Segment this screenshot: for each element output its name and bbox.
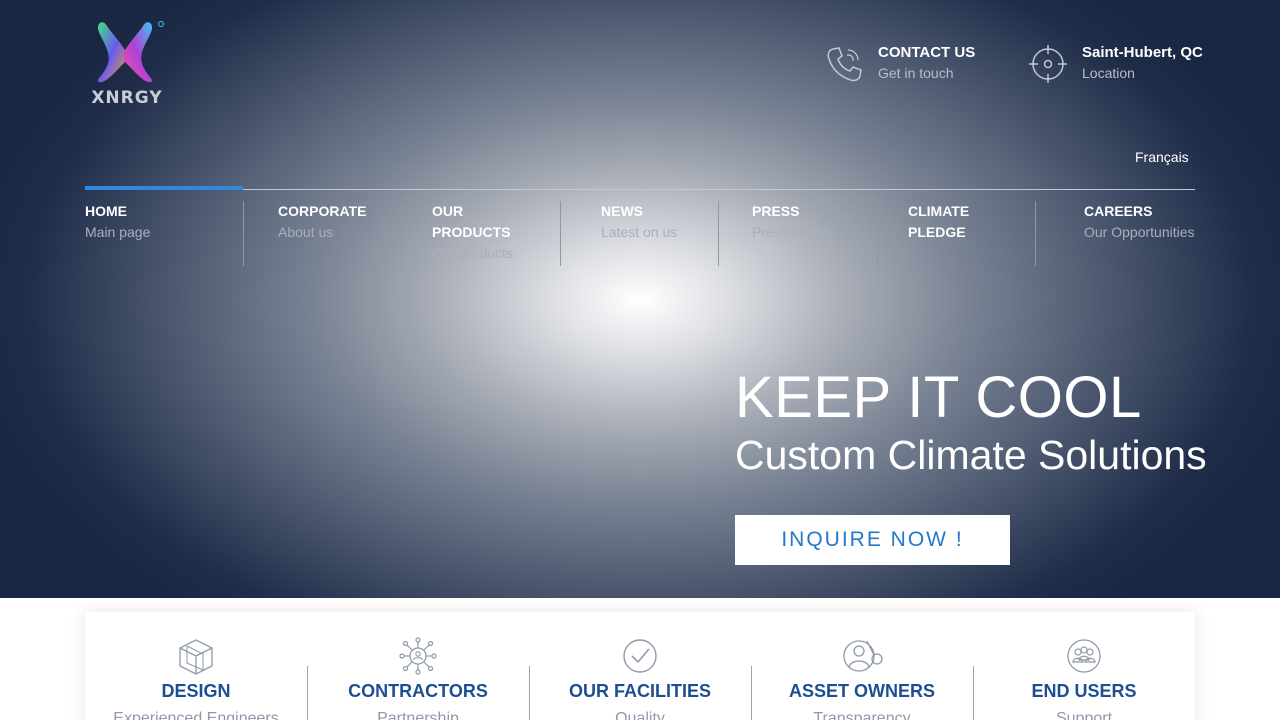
nav-item-title: CAREERS bbox=[1084, 203, 1153, 219]
card-subtitle: Support bbox=[1055, 710, 1113, 720]
nav-item-subtitle: Latest on us bbox=[601, 224, 678, 240]
card-contractors[interactable]: CONTRACTORS Partnership bbox=[307, 612, 529, 720]
nav-item-news[interactable]: NEWS Latest on us bbox=[601, 201, 711, 243]
logo-mark-icon bbox=[97, 21, 164, 83]
nav-item-title: CLIMATE PLEDGE bbox=[908, 203, 970, 240]
card-subtitle: Partnership bbox=[377, 710, 459, 720]
card-subtitle: Experienced Engineers bbox=[113, 710, 279, 720]
nav-item-title: CORPORATE bbox=[278, 203, 367, 219]
nav-item-corporate[interactable]: CORPORATE About us bbox=[278, 201, 393, 243]
nav-item-title: HOME bbox=[85, 203, 127, 219]
location-link[interactable]: Saint-Hubert, QC Location bbox=[1028, 42, 1203, 84]
contact-title: CONTACT US bbox=[878, 44, 976, 61]
nav-item-title: PRESS bbox=[752, 203, 800, 219]
nav-item-title: NEWS bbox=[601, 203, 643, 219]
nav-divider bbox=[85, 189, 1195, 190]
user-search-icon bbox=[842, 636, 883, 676]
nav-item-press[interactable]: PRESS Press releases bbox=[752, 201, 832, 243]
hero-subtitle: Custom Climate Solutions bbox=[735, 432, 1207, 478]
hero-section: XNRGY CONTACT US Get in touch Saint-Hube… bbox=[0, 0, 1280, 598]
card-our-facilities[interactable]: OUR FACILITIES Quality bbox=[529, 612, 751, 720]
nav-item-title: OUR PRODUCTS bbox=[432, 203, 511, 240]
card-title: CONTRACTORS bbox=[348, 681, 488, 701]
nav-item-subtitle: Main page bbox=[85, 224, 151, 240]
card-title: END USERS bbox=[1031, 681, 1137, 701]
nav-separator bbox=[560, 201, 561, 266]
nav-item-careers[interactable]: CAREERS Our Opportunities bbox=[1084, 201, 1195, 243]
location-title: Saint-Hubert, QC bbox=[1082, 44, 1203, 61]
nav-separator bbox=[401, 201, 402, 266]
nav-item-subtitle: Press releases bbox=[752, 224, 832, 240]
card-subtitle: Transparency bbox=[813, 710, 911, 720]
card-end-users[interactable]: END USERS Support bbox=[973, 612, 1195, 720]
card-title: OUR FACILITIES bbox=[568, 681, 711, 701]
card-subtitle: Quality bbox=[615, 710, 665, 720]
card-title: DESIGN bbox=[161, 681, 231, 701]
nav-active-indicator bbox=[85, 186, 243, 190]
nav-item-subtitle: Our Opportunities bbox=[1084, 224, 1195, 240]
hero-title: KEEP IT COOL bbox=[735, 365, 1142, 430]
contact-subtitle: Get in touch bbox=[878, 65, 954, 81]
nav-separator bbox=[718, 201, 719, 266]
nav-item-climate-pledge[interactable]: CLIMATE PLEDGE bbox=[908, 201, 988, 243]
card-title: ASSET OWNERS bbox=[788, 681, 935, 701]
brand-logo[interactable]: XNRGY bbox=[85, 18, 169, 108]
phone-icon bbox=[824, 44, 864, 84]
network-icon bbox=[398, 636, 438, 676]
nav-item-subtitle: Our products bbox=[432, 245, 513, 261]
checkmark-icon bbox=[620, 636, 660, 676]
location-subtitle: Location bbox=[1082, 65, 1135, 81]
nav-item-our-products[interactable]: OUR PRODUCTS Our products bbox=[432, 201, 522, 264]
card-design[interactable]: DESIGN Experienced Engineers bbox=[85, 612, 307, 720]
crosshair-icon bbox=[1028, 44, 1068, 84]
cube-icon bbox=[176, 636, 216, 676]
contact-us-link[interactable]: CONTACT US Get in touch bbox=[824, 42, 975, 84]
nav-separator bbox=[877, 201, 878, 266]
nav-item-home[interactable]: HOME Main page bbox=[85, 201, 235, 243]
group-icon bbox=[1064, 636, 1104, 676]
card-asset-owners[interactable]: ASSET OWNERS Transparency bbox=[751, 612, 973, 720]
feature-cards: DESIGN Experienced Engineers CONTRACTORS… bbox=[85, 612, 1195, 720]
nav-separator bbox=[1035, 201, 1036, 266]
language-switch-link[interactable]: Français bbox=[1135, 149, 1189, 165]
nav-separator bbox=[243, 201, 244, 266]
inquire-now-button[interactable]: INQUIRE NOW ! bbox=[735, 515, 1010, 565]
nav-item-subtitle: About us bbox=[278, 224, 334, 240]
logo-wordmark: XNRGY bbox=[91, 88, 163, 108]
